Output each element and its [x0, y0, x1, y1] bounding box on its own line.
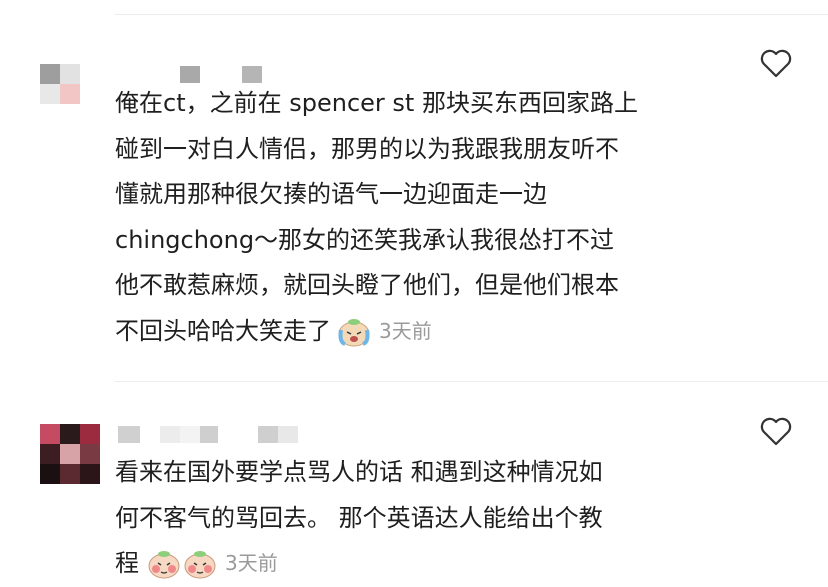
comment-line: 他不敢惹麻烦，就回头瞪了他们，但是他们根本 [115, 271, 619, 299]
comment-line-with-meta: 程 3天前 [115, 541, 603, 587]
avatar[interactable] [40, 424, 100, 484]
comment-text: 俺在ct，之前在 spencer st 那块买东西回家路上 碰到一对白人情侣，那… [115, 81, 638, 354]
comment-text: 看来在国外要学点骂人的话 和遇到这种情况如 何不客气的骂回去。 那个英语达人能给… [115, 450, 603, 587]
comment-line: 看来在国外要学点骂人的话 和遇到这种情况如 [115, 458, 603, 486]
comment-line-with-meta: 不回头哈哈大笑走了 3天前 [115, 309, 638, 355]
peach-cheek-emoji [148, 551, 180, 579]
comment-line: chingchong～那女的还笑我承认我很怂打不过 [115, 225, 615, 254]
comment-line: 碰到一对白人情侣，那男的以为我跟我朋友听不 [115, 134, 619, 163]
avatar[interactable] [40, 64, 80, 104]
comment-line: 俺在ct，之前在 spencer st 那块买东西回家路上 [115, 89, 638, 117]
divider [115, 14, 828, 15]
crying-face-emoji [338, 318, 370, 346]
comment-line: 懂就用那种很欠揍的语气一边迎面走一边 [115, 180, 547, 208]
comment-line: 何不客气的骂回去。 那个英语达人能给出个教 [115, 503, 603, 532]
heart-icon[interactable] [756, 43, 796, 83]
comment-timestamp: 3天前 [225, 551, 278, 576]
comment-timestamp: 3天前 [379, 318, 432, 343]
divider [115, 381, 828, 382]
username-redacted[interactable] [118, 426, 298, 443]
comment-line: 不回头哈哈大笑走了 [115, 316, 331, 345]
comment-line: 程 [115, 549, 139, 577]
peach-cheek-emoji [184, 551, 216, 579]
comment-meta: 3天前 [331, 309, 432, 355]
comment-meta: 3天前 [139, 541, 278, 587]
heart-icon[interactable] [756, 411, 796, 451]
